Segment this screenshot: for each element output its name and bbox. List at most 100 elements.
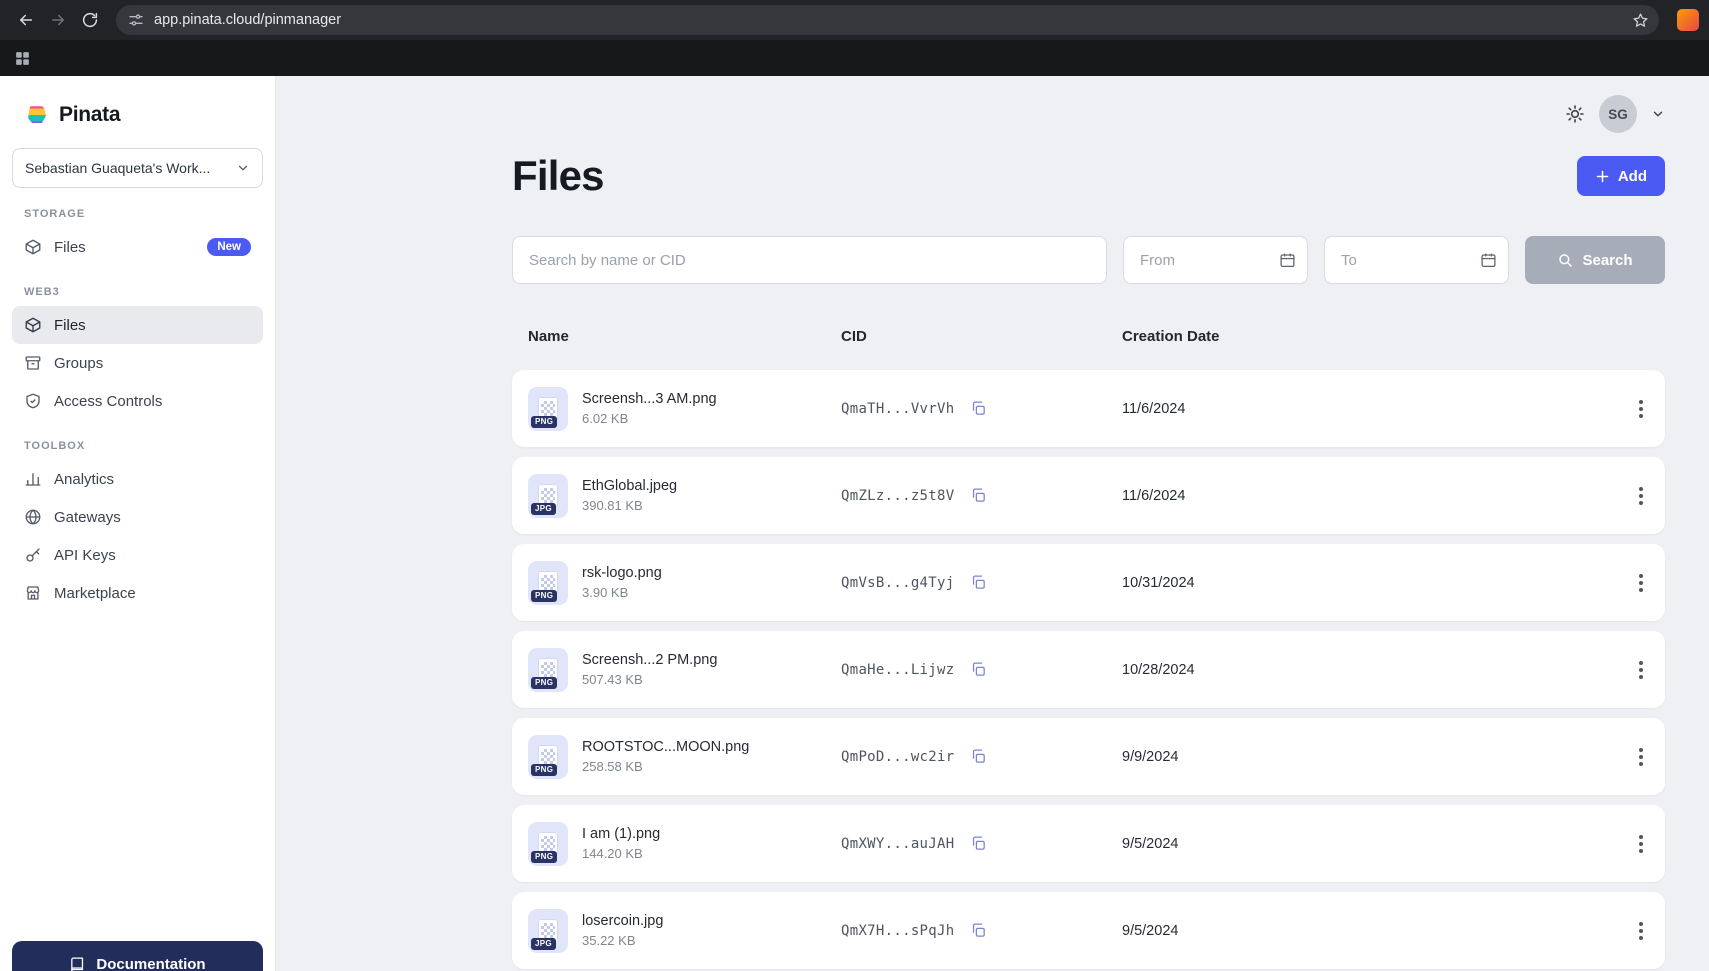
table-row[interactable]: PNG Screensh...2 PM.png 507.43 KB QmaHe.…: [512, 631, 1665, 708]
row-menu-button[interactable]: [1633, 655, 1649, 685]
file-type-icon: JPG: [528, 909, 568, 953]
copy-cid-button[interactable]: [968, 659, 989, 680]
copy-cid-button[interactable]: [968, 833, 989, 854]
table-row[interactable]: JPG losercoin.jpg 35.22 KB QmX7H...sPqJh: [512, 892, 1665, 969]
add-file-button[interactable]: Add: [1577, 156, 1665, 196]
account-menu-chevron[interactable]: [1651, 107, 1665, 121]
calendar-icon[interactable]: [1480, 252, 1497, 269]
sidebar-item-web3-files[interactable]: Files: [12, 306, 263, 344]
row-menu-button[interactable]: [1633, 481, 1649, 511]
table-row[interactable]: PNG ROOTSTOC...MOON.png 258.58 KB QmPoD.…: [512, 718, 1665, 795]
calendar-icon[interactable]: [1279, 252, 1296, 269]
file-name: losercoin.jpg: [582, 913, 663, 929]
file-name: EthGlobal.jpeg: [582, 478, 677, 494]
row-menu-button[interactable]: [1633, 742, 1649, 772]
file-size: 390.81 KB: [582, 498, 677, 513]
address-bar[interactable]: app.pinata.cloud/pinmanager: [116, 5, 1659, 35]
file-size: 144.20 KB: [582, 846, 660, 861]
creation-date: 11/6/2024: [1122, 401, 1613, 417]
pinata-logo-text: Pinata: [59, 103, 120, 127]
file-name: Screensh...3 AM.png: [582, 391, 717, 407]
sidebar-item-label: Gateways: [54, 509, 121, 526]
copy-cid-button[interactable]: [968, 485, 989, 506]
sidebar-item-api-keys[interactable]: API Keys: [12, 536, 263, 574]
creation-date: 9/9/2024: [1122, 749, 1613, 765]
file-type-icon: PNG: [528, 822, 568, 866]
key-icon: [24, 546, 42, 564]
copy-icon: [970, 835, 987, 852]
file-cid: QmZLz...z5t8V: [841, 488, 954, 504]
pinata-logo[interactable]: Pinata: [24, 102, 251, 128]
sidebar-item-storage-files[interactable]: Files New: [12, 228, 263, 266]
archive-icon: [24, 354, 42, 372]
row-menu-button[interactable]: [1633, 568, 1649, 598]
copy-cid-button[interactable]: [968, 572, 989, 593]
documentation-button[interactable]: Documentation: [12, 941, 263, 971]
row-menu-button[interactable]: [1633, 829, 1649, 859]
filter-bar: Search: [512, 236, 1665, 284]
back-button-icon[interactable]: [10, 4, 42, 36]
pinata-logo-icon: [24, 102, 50, 128]
documentation-label: Documentation: [96, 956, 205, 971]
file-cid: QmaHe...Lijwz: [841, 662, 954, 678]
workspace-selector[interactable]: Sebastian Guaqueta's Work...: [12, 148, 263, 188]
table-row[interactable]: JPG EthGlobal.jpeg 390.81 KB QmZLz...z5t…: [512, 457, 1665, 534]
creation-date: 11/6/2024: [1122, 488, 1613, 504]
copy-icon: [970, 661, 987, 678]
table-row[interactable]: PNG rsk-logo.png 3.90 KB QmVsB...g4Tyj: [512, 544, 1665, 621]
to-date-field: [1324, 236, 1509, 284]
workspace-name: Sebastian Guaqueta's Work...: [25, 160, 210, 176]
sidebar-item-marketplace[interactable]: Marketplace: [12, 574, 263, 612]
magnifier-icon: [1557, 252, 1573, 268]
sidebar-item-label: Groups: [54, 355, 103, 372]
table-row[interactable]: PNG I am (1).png 144.20 KB QmXWY...auJAH: [512, 805, 1665, 882]
sidebar-item-label: API Keys: [54, 547, 116, 564]
forward-button-icon[interactable]: [42, 4, 74, 36]
copy-cid-button[interactable]: [968, 398, 989, 419]
table-header: Name CID Creation Date: [512, 314, 1665, 358]
file-type-icon: PNG: [528, 648, 568, 692]
file-list: PNG Screensh...3 AM.png 6.02 KB QmaTH...…: [512, 370, 1665, 969]
file-size: 3.90 KB: [582, 585, 662, 600]
sidebar-item-access-controls[interactable]: Access Controls: [12, 382, 263, 420]
sidebar-item-gateways[interactable]: Gateways: [12, 498, 263, 536]
file-type-icon: JPG: [528, 474, 568, 518]
browser-profile-avatar[interactable]: [1677, 9, 1699, 31]
file-cid: QmX7H...sPqJh: [841, 923, 954, 939]
column-header-cid: CID: [841, 328, 1122, 345]
bookmarks-bar: [0, 40, 1709, 76]
creation-date: 9/5/2024: [1122, 923, 1613, 939]
copy-cid-button[interactable]: [968, 920, 989, 941]
copy-cid-button[interactable]: [968, 746, 989, 767]
sidebar-item-groups[interactable]: Groups: [12, 344, 263, 382]
file-cid: QmXWY...auJAH: [841, 836, 954, 852]
file-name: rsk-logo.png: [582, 565, 662, 581]
app-window: Pinata Sebastian Guaqueta's Work... STOR…: [0, 76, 1709, 971]
row-menu-button[interactable]: [1633, 394, 1649, 424]
reload-button-icon[interactable]: [74, 4, 106, 36]
column-header-creation-date: Creation Date: [1122, 328, 1613, 345]
url-text: app.pinata.cloud/pinmanager: [154, 12, 1618, 28]
column-header-name: Name: [528, 328, 841, 345]
sidebar-item-analytics[interactable]: Analytics: [12, 460, 263, 498]
browser-toolbar: app.pinata.cloud/pinmanager: [0, 0, 1709, 40]
search-button[interactable]: Search: [1525, 236, 1665, 284]
screen: app.pinata.cloud/pinmanager: [0, 0, 1709, 971]
apps-grid-icon[interactable]: [14, 50, 31, 67]
file-name: I am (1).png: [582, 826, 660, 842]
creation-date: 10/28/2024: [1122, 662, 1613, 678]
file-size: 258.58 KB: [582, 759, 749, 774]
search-input[interactable]: [512, 236, 1107, 284]
site-settings-icon[interactable]: [128, 12, 144, 28]
account-bar: SG: [512, 76, 1665, 132]
table-row[interactable]: PNG Screensh...3 AM.png 6.02 KB QmaTH...…: [512, 370, 1665, 447]
sidebar-item-label: Files: [54, 239, 86, 256]
bar-chart-icon: [24, 470, 42, 488]
row-menu-button[interactable]: [1633, 916, 1649, 946]
user-avatar[interactable]: SG: [1599, 95, 1637, 133]
copy-icon: [970, 574, 987, 591]
section-label-toolbox: TOOLBOX: [24, 440, 251, 452]
theme-toggle-button[interactable]: [1565, 104, 1585, 124]
file-name: Screensh...2 PM.png: [582, 652, 717, 668]
bookmark-star-icon[interactable]: [1628, 8, 1653, 33]
